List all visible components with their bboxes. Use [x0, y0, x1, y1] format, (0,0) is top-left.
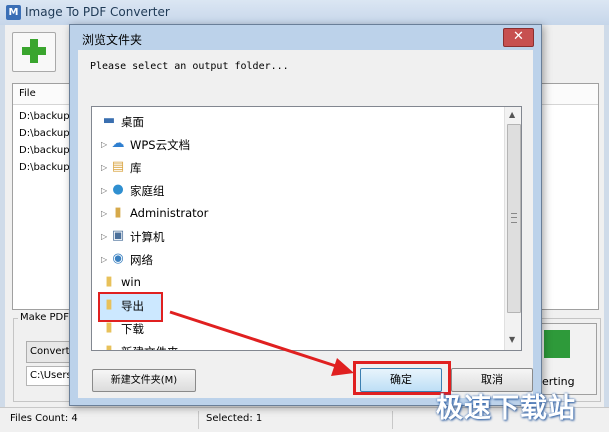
watermark-text: 极速下载站 — [436, 393, 576, 424]
tree-item-label: 导出 — [121, 299, 144, 313]
folder-icon: ▮ — [105, 297, 113, 312]
arrow-shaft — [169, 310, 346, 371]
annotation-arrow — [169, 310, 354, 376]
arrow-head — [331, 358, 354, 376]
